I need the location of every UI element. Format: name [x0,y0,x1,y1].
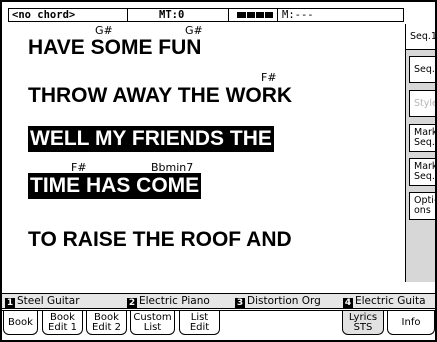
arranger-display: <no chord> MT:0 M:--- G# G# HAVE SOME FU… [0,0,437,342]
track-number-badge: 1 [5,298,15,308]
chord-readout: <no chord> [12,9,76,21]
seq2-button[interactable]: Seq.2 [409,56,435,83]
mark-seq2-button[interactable]: Mark Seq.2 [409,158,435,186]
tab-book-edit-1[interactable]: Book Edit 1 [42,311,83,335]
track-bar: 1 Steel Guitar 2 Electric Piano 3 Distortio… [2,293,435,309]
tab-info[interactable]: Info [387,311,435,335]
track-2[interactable]: 2 Electric Piano [127,294,210,308]
status-divider [127,9,128,21]
tab-custom-list[interactable]: Custom List [130,311,175,335]
track-number-badge: 4 [343,298,353,308]
track-1[interactable]: 1 Steel Guitar [5,294,80,308]
seq1-button[interactable]: Seq.1 [406,24,435,50]
sidebar: Seq.1 Seq.2 Style Mark Seq.1 Mark Seq.2 … [405,24,435,282]
track-3[interactable]: 3 Distortion Org [235,294,321,308]
track-number-badge: 2 [127,298,137,308]
tab-lyrics-sts[interactable]: Lyrics STS [342,311,384,335]
tab-list-edit[interactable]: List Edit [179,311,220,335]
track-name: Electric Guita [355,295,426,307]
lyrics-area: G# G# HAVE SOME FUN F# THROW AWAY THE WO… [8,24,404,282]
track-name: Distortion Org [247,295,321,307]
tab-book-edit-2[interactable]: Book Edit 2 [86,311,127,335]
track-number-badge: 3 [235,298,245,308]
tab-book[interactable]: Book [3,311,38,335]
lyric-line-current: TIME HAS COME [28,173,202,199]
options-button[interactable]: Opti- ons [409,192,435,220]
track-4[interactable]: 4 Electric Guita [343,294,426,308]
lyric-line: HAVE SOME FUN [28,36,202,59]
metronome-readout: MT:0 [159,9,185,21]
status-divider [228,9,229,21]
status-divider [277,9,278,21]
beat-indicator [237,12,273,18]
lyric-line: TO RAISE THE ROOF AND [28,228,292,251]
style-button[interactable]: Style [409,90,435,117]
status-bar: <no chord> MT:0 M:--- [8,8,404,22]
lyric-line: THROW AWAY THE WORK [28,84,293,107]
lyric-line-current: WELL MY FRIENDS THE [28,126,274,152]
measure-readout: M:--- [282,9,314,21]
tab-bar: Book Book Edit 1 Book Edit 2 Custom List… [2,310,435,340]
mark-seq1-button[interactable]: Mark Seq.1 [409,124,435,152]
track-name: Electric Piano [139,295,210,307]
track-name: Steel Guitar [17,295,80,307]
